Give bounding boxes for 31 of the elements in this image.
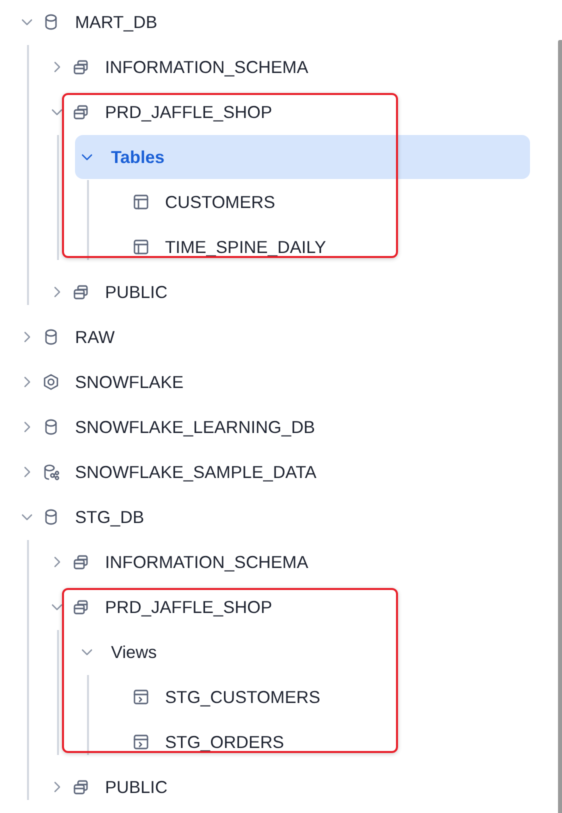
tree-item[interactable]: INFORMATION_SCHEMA: [45, 45, 530, 89]
tree-item[interactable]: MART_DB: [15, 0, 530, 44]
tree-item[interactable]: SNOWFLAKE_SAMPLE_DATA: [15, 450, 530, 494]
tree-item[interactable]: PRD_JAFFLE_SHOP: [45, 585, 530, 629]
scrollbar[interactable]: [558, 40, 562, 813]
schema-icon: [72, 598, 90, 616]
schema-icon: [72, 58, 90, 76]
table-icon: [132, 238, 150, 256]
hexagon-icon: [42, 373, 60, 391]
tree-item[interactable]: STG_CUSTOMERS: [105, 675, 530, 719]
tree-item[interactable]: INFORMATION_SCHEMA: [45, 540, 530, 584]
tree-item[interactable]: SNOWFLAKE: [15, 360, 530, 404]
tree-item[interactable]: CUSTOMERS: [105, 180, 530, 224]
tree-item[interactable]: STG_DB: [15, 495, 530, 539]
schema-icon: [72, 778, 90, 796]
tree-item[interactable]: RAW: [15, 315, 530, 359]
schema-icon: [72, 103, 90, 121]
tree-item[interactable]: TIME_SPINE_DAILY: [105, 225, 530, 269]
tree-item[interactable]: Views: [75, 630, 530, 674]
view-icon: [132, 688, 150, 706]
tree-item[interactable]: SNOWFLAKE_LEARNING_DB: [15, 405, 530, 449]
shared-database-icon: [42, 463, 60, 481]
schema-icon: [72, 553, 90, 571]
view-icon: [132, 733, 150, 751]
tree-item[interactable]: STG_ORDERS: [105, 720, 530, 764]
tree-item[interactable]: Tables: [75, 135, 530, 179]
tree-item[interactable]: PRD_JAFFLE_SHOP: [45, 90, 530, 134]
tree-item[interactable]: PUBLIC: [45, 765, 530, 809]
schema-icon: [72, 283, 90, 301]
tree-item[interactable]: PUBLIC: [45, 270, 530, 314]
table-icon: [132, 193, 150, 211]
